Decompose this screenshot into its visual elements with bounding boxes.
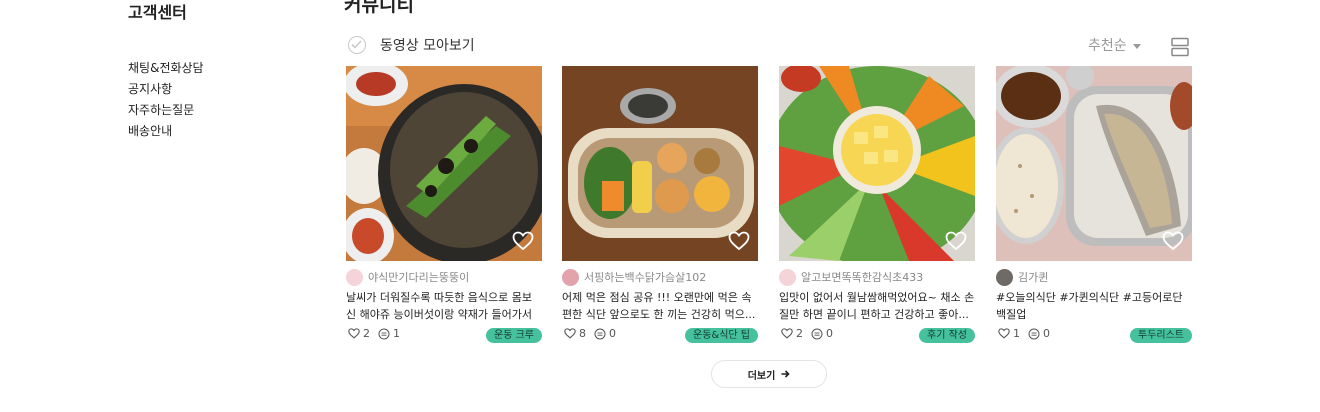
post-card[interactable]: 알고보면똑똑한감식초433 입맛이 없어서 월남쌈해먹었어요~ 채소 손질만 하…	[779, 66, 975, 343]
author-name: 야식만기다리는뚱뚱이	[368, 271, 470, 284]
like-count: 2	[781, 327, 803, 340]
filter-bar: 동영상 모아보기 추천순	[344, 34, 1192, 60]
post-description[interactable]: 날씨가 더워질수록 따듯한 음식으로 몸보신 해야쥬 능이버섯이랑 약재가 들어…	[346, 289, 542, 323]
page-title: 커뮤니티	[344, 0, 414, 16]
sidebar-title: 고객센터	[128, 3, 187, 22]
comment-icon	[1028, 328, 1040, 339]
arrow-right-icon	[781, 370, 790, 378]
post-meta: 8 0 운동&식단 팁	[562, 326, 758, 344]
avatar	[779, 268, 796, 286]
post-thumbnail[interactable]	[562, 66, 758, 261]
layout-toggle-icon[interactable]	[1170, 37, 1190, 57]
comment-icon	[378, 328, 390, 339]
like-count: 2	[348, 327, 370, 340]
avatar	[346, 268, 363, 286]
like-count: 8	[564, 327, 586, 340]
sidebar: 고객센터 채팅&전화상담 공지사항 자주하는질문 배송안내	[128, 0, 328, 142]
sidebar-item-faq[interactable]: 자주하는질문	[128, 100, 328, 121]
heart-outline-icon	[348, 328, 360, 339]
heart-icon[interactable]	[1162, 231, 1184, 251]
author-name: 알고보면똑똑한감식초433	[801, 271, 924, 284]
heart-icon[interactable]	[512, 231, 534, 251]
comment-count: 0	[811, 327, 833, 340]
sort-label: 추천순	[1088, 38, 1127, 54]
video-filter-label[interactable]: 동영상 모아보기	[380, 36, 475, 56]
comment-count: 0	[594, 327, 616, 340]
chevron-down-icon	[1132, 43, 1141, 49]
comment-count-value: 0	[1043, 327, 1050, 340]
post-thumbnail[interactable]	[346, 66, 542, 261]
video-filter-checkbox[interactable]	[348, 36, 366, 54]
sidebar-item-notice[interactable]: 공지사항	[128, 79, 328, 100]
heart-icon[interactable]	[945, 231, 967, 251]
like-count-value: 1	[1013, 327, 1020, 340]
post-meta: 1 0 투두리스트	[996, 326, 1192, 344]
post-author[interactable]: 서핑하는백수닭가슴살102	[562, 268, 706, 286]
heart-icon[interactable]	[728, 231, 750, 251]
post-card[interactable]: 야식만기다리는뚱뚱이 날씨가 더워질수록 따듯한 음식으로 몸보신 해야쥬 능이…	[346, 66, 542, 343]
author-name: 서핑하는백수닭가슴살102	[584, 271, 707, 284]
more-button[interactable]: 더보기	[711, 360, 827, 388]
post-author[interactable]: 야식만기다리는뚱뚱이	[346, 268, 469, 286]
category-tag[interactable]: 후기 작성	[919, 328, 975, 343]
comment-count-value: 1	[393, 327, 400, 340]
sidebar-item-chat-phone[interactable]: 채팅&전화상담	[128, 58, 328, 79]
post-card[interactable]: 서핑하는백수닭가슴살102 어제 먹은 점심 공유 !!! 오랜만에 먹은 속 …	[562, 66, 758, 343]
comment-count: 0	[1028, 327, 1050, 340]
post-thumbnail[interactable]	[996, 66, 1192, 261]
like-count-value: 2	[363, 327, 370, 340]
post-author[interactable]: 김가퀸	[996, 268, 1048, 286]
sidebar-menu: 채팅&전화상담 공지사항 자주하는질문 배송안내	[128, 58, 328, 142]
post-description[interactable]: #오늘의식단 #가퀸의식단 #고등어로단백질업	[996, 289, 1192, 323]
heart-outline-icon	[998, 328, 1010, 339]
avatar	[996, 268, 1013, 286]
comment-icon	[811, 328, 823, 339]
category-tag[interactable]: 운동 크루	[486, 328, 542, 343]
post-card[interactable]: 김가퀸 #오늘의식단 #가퀸의식단 #고등어로단백질업 1 0 투두리스트	[996, 66, 1192, 343]
comment-count: 1	[378, 327, 400, 340]
post-description[interactable]: 입맛이 없어서 월남쌈해먹었어요~ 채소 손질만 하면 끝이니 편하고 건강하고…	[779, 289, 975, 323]
check-icon	[351, 40, 362, 49]
heart-outline-icon	[781, 328, 793, 339]
comment-icon	[594, 328, 606, 339]
category-tag[interactable]: 운동&식단 팁	[685, 328, 758, 343]
more-button-label: 더보기	[747, 370, 776, 382]
like-count: 1	[998, 327, 1020, 340]
like-count-value: 2	[796, 327, 803, 340]
sort-dropdown[interactable]: 추천순	[1088, 36, 1141, 56]
category-tag[interactable]: 투두리스트	[1130, 328, 1192, 343]
post-description[interactable]: 어제 먹은 점심 공유 !!! 오랜만에 먹은 속 편한 식단 앞으로도 한 끼…	[562, 289, 758, 323]
like-count-value: 8	[579, 327, 586, 340]
avatar	[562, 268, 579, 286]
sidebar-item-delivery[interactable]: 배송안내	[128, 121, 328, 142]
comment-count-value: 0	[826, 327, 833, 340]
heart-outline-icon	[564, 328, 576, 339]
post-meta: 2 1 운동 크루	[346, 326, 542, 344]
post-meta: 2 0 후기 작성	[779, 326, 975, 344]
post-author[interactable]: 알고보면똑똑한감식초433	[779, 268, 923, 286]
author-name: 김가퀸	[1018, 271, 1049, 284]
comment-count-value: 0	[609, 327, 616, 340]
post-thumbnail[interactable]	[779, 66, 975, 261]
